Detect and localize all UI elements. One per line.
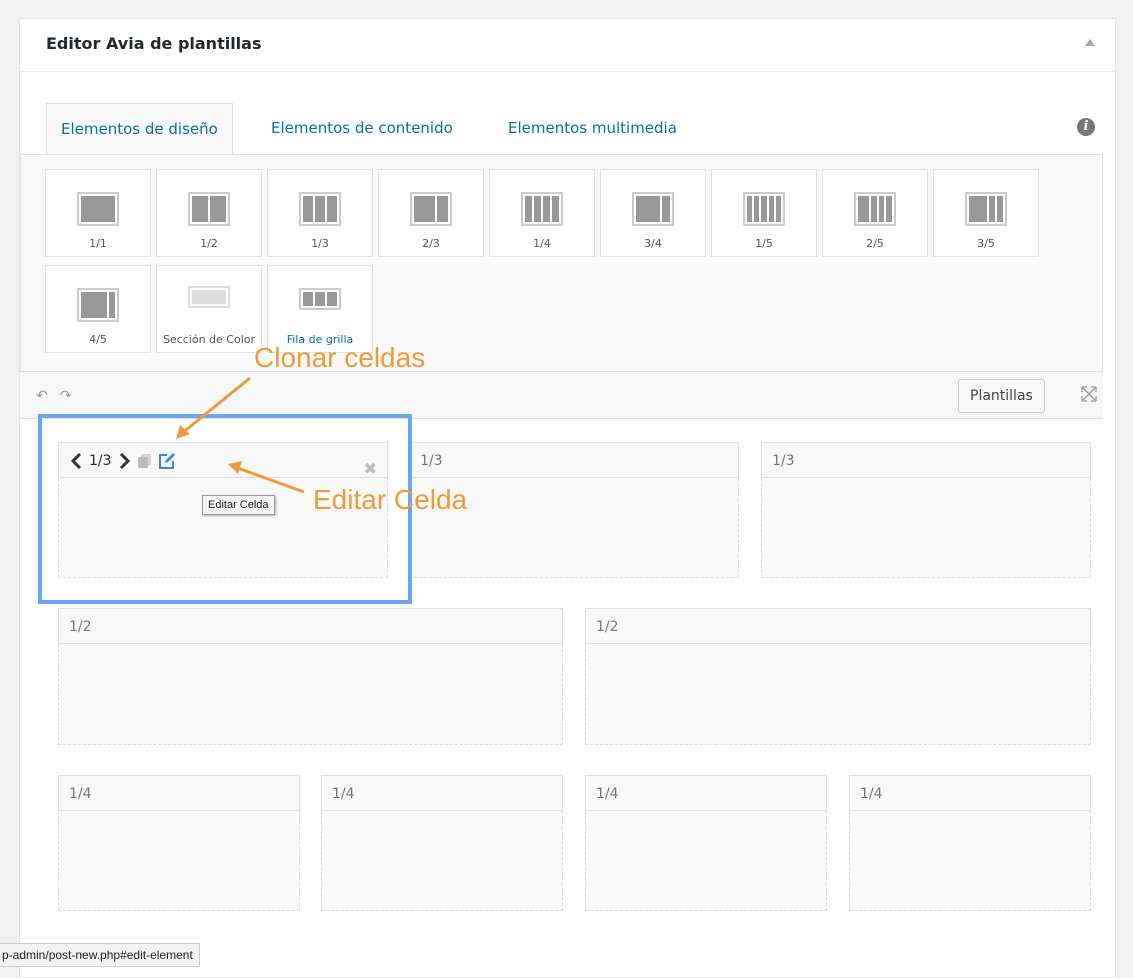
- element-3-5[interactable]: 3/5: [933, 169, 1039, 257]
- element-1-1[interactable]: 1/1: [45, 169, 151, 257]
- tab-content-elements[interactable]: Elementos de contenido: [257, 103, 467, 153]
- column-1-3-icon: [299, 192, 341, 226]
- fullscreen-icon[interactable]: [1081, 386, 1097, 402]
- cell-dropzone[interactable]: [585, 644, 1091, 745]
- layout-elements-panel: 1/1 1/2 1/3 2/3 1/4 3/4 1/5 2/5 3/5 4/5 …: [20, 154, 1103, 378]
- column-1-2-icon: [188, 192, 230, 226]
- column-3-4-icon: [632, 192, 674, 226]
- metabox-title: Editor Avia de plantillas: [46, 34, 262, 53]
- element-label: 1/4: [533, 237, 551, 250]
- expand-arrow-icon[interactable]: [118, 451, 132, 471]
- cell-dropzone[interactable]: [321, 811, 563, 911]
- cell-header: 1/3: [761, 442, 1091, 478]
- cell-controls: 1/3: [69, 443, 176, 479]
- element-2-5[interactable]: 2/5: [822, 169, 928, 257]
- element-grid-row[interactable]: Fila de grilla: [267, 265, 373, 353]
- cell-one-half-first[interactable]: 1/2: [58, 608, 563, 745]
- collapse-toggle-icon[interactable]: [1085, 39, 1095, 46]
- undo-icon[interactable]: ↶: [36, 388, 48, 404]
- cell-header: 1/4: [321, 775, 563, 811]
- element-1-3[interactable]: 1/3: [267, 169, 373, 257]
- cell-one-quarter-first[interactable]: 1/4: [58, 775, 300, 911]
- element-label: 2/5: [866, 237, 884, 250]
- cell-size-label: 1/3: [89, 453, 112, 469]
- element-label: 3/5: [977, 237, 995, 250]
- cell-header: 1/3: [409, 442, 739, 478]
- element-label: 1/5: [755, 237, 773, 250]
- element-label: 2/3: [422, 237, 440, 250]
- tab-media-elements[interactable]: Elementos multimedia: [494, 103, 691, 153]
- element-label: Sección de Color: [162, 333, 256, 346]
- edit-icon[interactable]: [158, 452, 176, 470]
- element-2-3[interactable]: 2/3: [378, 169, 484, 257]
- cell-one-quarter-second[interactable]: 1/4: [321, 775, 563, 911]
- element-label: 1/2: [200, 237, 218, 250]
- cell-one-half-second[interactable]: 1/2: [585, 608, 1091, 745]
- grid-row-icon: [299, 288, 341, 310]
- info-icon[interactable]: i: [1077, 118, 1095, 136]
- edit-cell-tooltip: Editar Celda: [202, 495, 275, 515]
- cell-dropzone[interactable]: [58, 644, 563, 745]
- redo-icon[interactable]: ↷: [60, 388, 72, 404]
- column-4-5-icon: [77, 288, 119, 322]
- column-2-5-icon: [854, 192, 896, 226]
- element-1-5[interactable]: 1/5: [711, 169, 817, 257]
- cell-header: 1/4: [585, 775, 827, 811]
- cell-one-third-third[interactable]: 1/3: [761, 442, 1091, 578]
- cell-header: 1/4: [58, 775, 300, 811]
- templates-button[interactable]: Plantillas: [958, 379, 1045, 413]
- status-bar-url: p-admin/post-new.php#edit-element: [0, 943, 200, 967]
- column-3-5-icon: [965, 192, 1007, 226]
- color-section-icon: [188, 286, 230, 308]
- cell-header: 1/2: [58, 608, 563, 644]
- column-1-5-icon: [743, 192, 785, 226]
- shrink-arrow-icon[interactable]: [69, 451, 83, 471]
- clone-icon[interactable]: [137, 454, 152, 468]
- cell-one-quarter-fourth[interactable]: 1/4: [849, 775, 1091, 911]
- column-1-4-icon: [521, 192, 563, 226]
- cell-header: 1/4: [849, 775, 1091, 811]
- element-3-4[interactable]: 3/4: [600, 169, 706, 257]
- cell-dropzone[interactable]: [585, 811, 827, 911]
- cell-dropzone[interactable]: [849, 811, 1091, 911]
- edit-annotation: Editar Celda: [313, 484, 468, 515]
- element-label: 3/4: [644, 237, 662, 250]
- tab-layout-elements[interactable]: Elementos de diseño: [46, 103, 233, 155]
- cell-header: 1/3 ✖: [58, 442, 388, 478]
- element-label: 1/3: [311, 237, 329, 250]
- element-1-2[interactable]: 1/2: [156, 169, 262, 257]
- element-1-4[interactable]: 1/4: [489, 169, 595, 257]
- element-label: 1/1: [89, 237, 107, 250]
- element-color-section[interactable]: Sección de Color: [156, 265, 262, 353]
- column-1-1-icon: [77, 192, 119, 226]
- element-tabs: Elementos de diseño Elementos de conteni…: [20, 71, 1115, 378]
- clone-annotation: Clonar celdas: [254, 342, 426, 373]
- cell-dropzone[interactable]: [58, 811, 300, 911]
- element-label: 4/5: [89, 333, 107, 346]
- cell-one-quarter-third[interactable]: 1/4: [585, 775, 827, 911]
- element-4-5[interactable]: 4/5: [45, 265, 151, 353]
- cell-dropzone[interactable]: [761, 478, 1091, 578]
- cell-header: 1/2: [585, 608, 1091, 644]
- editor-toolbar: ↶ ↷ Plantillas: [20, 371, 1103, 419]
- metabox-header[interactable]: Editor Avia de plantillas: [20, 19, 1115, 72]
- column-2-3-icon: [410, 192, 452, 226]
